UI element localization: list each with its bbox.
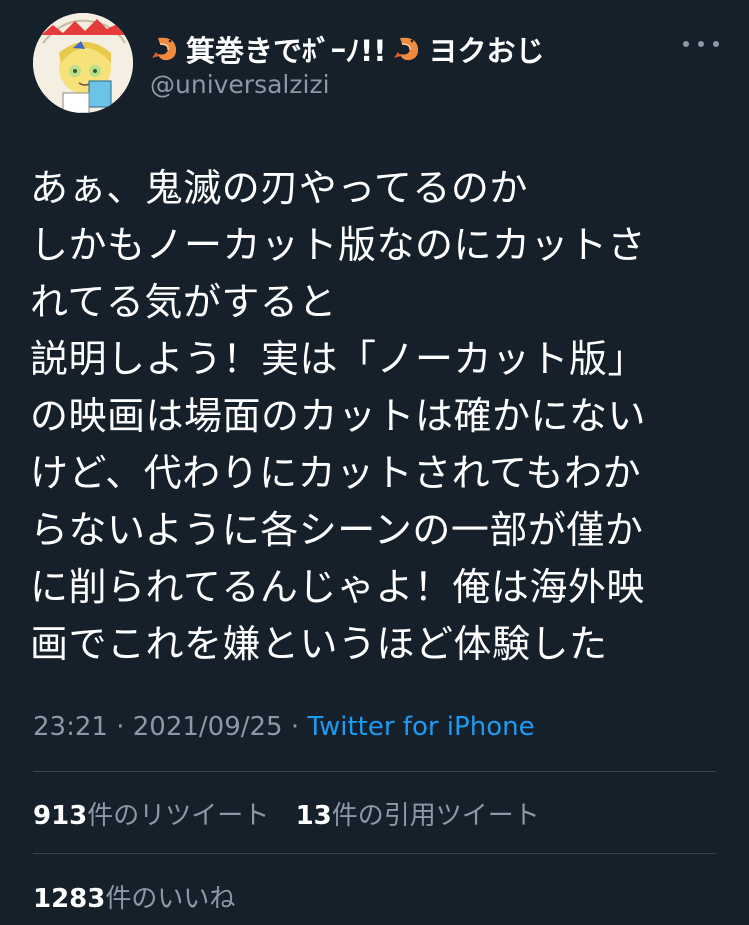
more-dot (698, 41, 704, 47)
tweet-line: れてる気がすると (30, 280, 337, 324)
quotes-count: 13 (295, 801, 332, 831)
tweet-time[interactable]: 23:21 (33, 712, 108, 742)
tweet-line: しかもノーカット版なのにカットさ (30, 223, 647, 267)
quotes-label: 件の引用ツイート (331, 801, 540, 831)
tweet-date[interactable]: 2021/09/25 (133, 712, 283, 742)
tweet-line: 説明しよう！実は「ノーカット版」 (30, 337, 647, 381)
more-options-icon[interactable] (683, 34, 719, 54)
meta-separator: · (282, 712, 308, 742)
avatar[interactable] (33, 13, 133, 113)
shrimp-icon (392, 34, 422, 64)
shrimp-icon (150, 34, 180, 64)
author-handle[interactable]: @universalzizi (150, 70, 330, 99)
more-dot (683, 41, 689, 47)
tweet-line: らないように各シーンの一部が僅か (30, 508, 644, 552)
tweet-line: 画でこれを嫌というほど体験した (30, 622, 608, 666)
display-name-suffix: ヨクおじ (428, 34, 545, 68)
divider (33, 771, 716, 772)
likes-row: 1283件のいいね (33, 878, 253, 915)
tweet-line: あぁ、鬼滅の刃やってるのか (30, 166, 528, 210)
tweet-source-link[interactable]: Twitter for iPhone (307, 712, 534, 742)
tweet-line: に削られてるんじゃよ！俺は海外映 (30, 565, 645, 609)
tweet-line: の映画は場面のカットは確かにない (30, 394, 647, 438)
author-name[interactable]: 箕巻きでﾎﾞｰﾉ!! ヨクおじ (150, 28, 544, 70)
retweets-label: 件のリツイート (87, 801, 270, 831)
engagement-row: 913件のリツイート 13件の引用ツイート (33, 795, 558, 832)
likes-label: 件のいいね (105, 884, 236, 914)
tweet-text: あぁ、鬼滅の刃やってるのか しかもノーカット版なのにカットさ れてる気がすると … (30, 160, 720, 673)
likes-count: 1283 (33, 884, 106, 914)
retweets-count: 913 (33, 801, 88, 831)
divider (33, 853, 716, 854)
avatar-illustration (33, 13, 133, 113)
likes-stat[interactable]: 1283件のいいね (33, 884, 235, 914)
tweet-meta: 23:21 · 2021/09/25 · Twitter for iPhone (33, 712, 535, 742)
quotes-stat[interactable]: 13件の引用ツイート (296, 801, 540, 831)
tweet-line: けど、代わりにカットされてもわか (30, 451, 642, 495)
display-name: 箕巻きでﾎﾞｰﾉ!! (186, 34, 387, 68)
more-dot (713, 41, 719, 47)
meta-separator: · (107, 712, 133, 742)
retweets-stat[interactable]: 913件のリツイート (33, 801, 269, 831)
